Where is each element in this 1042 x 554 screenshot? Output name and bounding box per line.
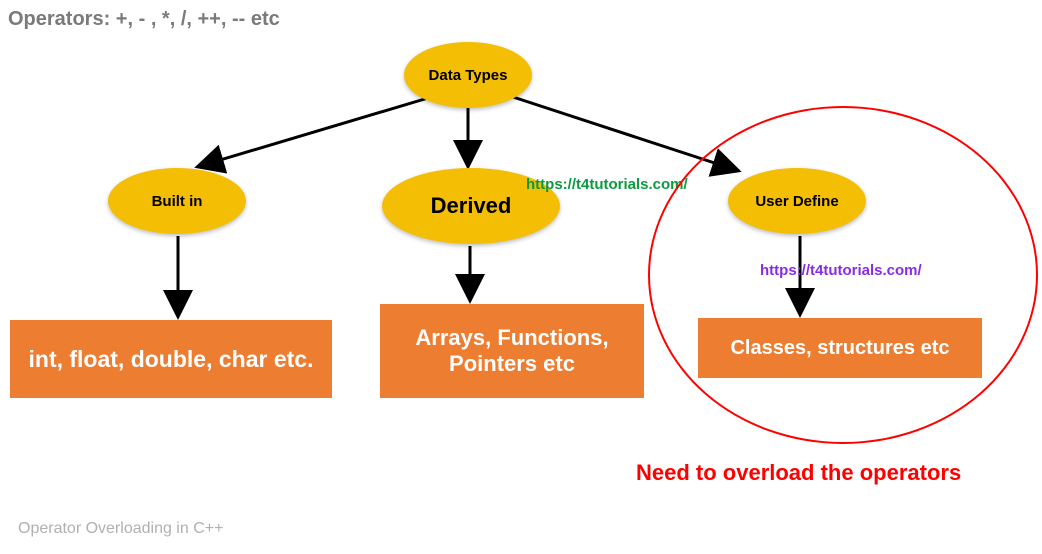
leaf-derived: Arrays, Functions, Pointers etc (380, 304, 644, 398)
node-builtin: Built in (108, 168, 246, 234)
highlight-ellipse (648, 106, 1038, 444)
watermark-1: https://t4tutorials.com/ (526, 176, 688, 193)
node-root: Data Types (404, 42, 532, 108)
page-heading: Operators: +, - , *, /, ++, -- etc (8, 8, 280, 31)
callout-text: Need to overload the operators (636, 460, 961, 486)
page-caption: Operator Overloading in C++ (18, 520, 223, 538)
leaf-builtin: int, float, double, char etc. (10, 320, 332, 398)
